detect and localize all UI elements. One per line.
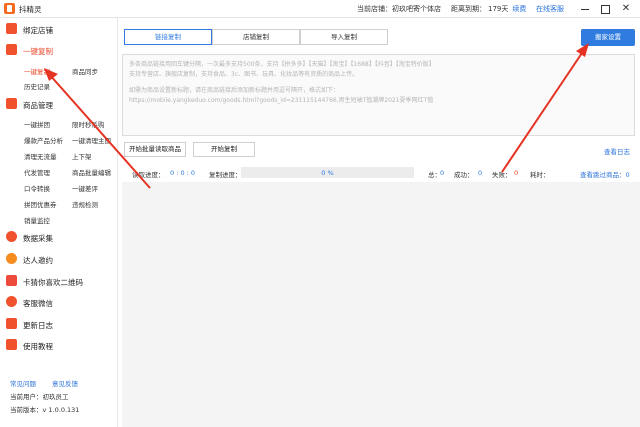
- nav-data-collect[interactable]: 数据采集: [0, 227, 118, 247]
- placeholder-line: 如需为商品设置新标题，请在商品链接后添加新标题并用逗号隔开，格式如下：: [129, 87, 340, 94]
- sidebar: 绑定店铺 一键复制 一键复制 商品同步 历史记录 商品管理 一键拼团 限时秒杀购…: [0, 18, 118, 427]
- subnav-clean-main-image[interactable]: 一键清理主图: [72, 135, 111, 145]
- nav-guess-like-qrcode[interactable]: 卡猜你喜欢二维码: [0, 271, 118, 291]
- product-link-input[interactable]: 多条商品链接用回车键分隔，一次最多支持500条，支持【拼多多】【天猫】【淘宝】【…: [122, 54, 635, 136]
- tab-link-copy[interactable]: 链接复制: [124, 29, 212, 45]
- minimize-icon[interactable]: [578, 2, 592, 16]
- placeholder-line: 多条商品链接用回车键分隔，一次最多支持500条，支持【拼多多】【天猫】【淘宝】【…: [129, 61, 435, 68]
- time-label: 耗时：: [530, 171, 550, 179]
- wechat-icon: [6, 296, 17, 307]
- data-collect-icon: [6, 231, 17, 242]
- app-logo: [4, 3, 15, 14]
- read-progress-label: 读取进度：: [132, 171, 165, 179]
- nav-label: 数据采集: [23, 234, 53, 243]
- heart-icon: [6, 275, 17, 286]
- copy-progress-bar: 0 %: [241, 167, 414, 178]
- success-label: 成功：: [454, 171, 474, 179]
- move-setting-button[interactable]: 搬家设置: [581, 29, 635, 46]
- tutorial-icon: [6, 339, 17, 350]
- total-value: 0: [440, 169, 445, 177]
- maximize-icon[interactable]: [598, 2, 612, 16]
- subnav-group-buy[interactable]: 一键拼团: [24, 119, 50, 129]
- nav-service-wechat[interactable]: 客服微信: [0, 292, 118, 312]
- feedback-link[interactable]: 意见反馈: [52, 378, 78, 388]
- copy-progress-percent: 0 %: [321, 169, 334, 177]
- start-copy-button[interactable]: 开始复制: [193, 142, 255, 157]
- expiry-info: 距离到期： 179天 续费: [451, 4, 526, 14]
- batch-read-button[interactable]: 开始批量读取商品: [124, 142, 186, 157]
- nav-influencer-invite[interactable]: 达人邀约: [0, 249, 118, 269]
- nav-label: 客服微信: [23, 299, 53, 308]
- fail-value: 0: [514, 169, 519, 177]
- subnav-code-convert[interactable]: 口令转换: [24, 183, 50, 193]
- nav-tutorial[interactable]: 使用教程: [0, 335, 118, 355]
- subnav-sales-monitor[interactable]: 销量监控: [24, 215, 50, 225]
- subnav-hot-analysis[interactable]: 爆款产品分析: [24, 135, 63, 145]
- nav-update-log[interactable]: 更新日志: [0, 314, 118, 334]
- nav-product-manage[interactable]: 商品管理: [0, 94, 118, 114]
- nav-label: 一键复制: [23, 47, 53, 56]
- subnav-group-coupon[interactable]: 拼团优惠券: [24, 199, 57, 209]
- subnav-violation-check[interactable]: 违规检测: [72, 199, 98, 209]
- nav-label: 使用教程: [23, 342, 53, 351]
- subnav-clean-no-traffic[interactable]: 清理无流量: [24, 151, 57, 161]
- results-area: [122, 182, 640, 427]
- subnav-history[interactable]: 历史记录: [24, 81, 50, 91]
- nav-label: 达人邀约: [23, 256, 53, 265]
- placeholder-line: 支持专营店、旗舰店复制，支持食品、3c、图书、玩具、化妆品等有资质的商品上传。: [129, 71, 359, 78]
- nav-one-click-copy[interactable]: 一键复制: [0, 40, 118, 60]
- success-value: 0: [478, 169, 483, 177]
- tab-store-copy[interactable]: 店铺复制: [212, 29, 300, 45]
- copy-icon: [6, 44, 17, 55]
- tab-import-copy[interactable]: 导入复制: [300, 29, 388, 45]
- close-icon[interactable]: ✕: [619, 2, 633, 16]
- app-title: 抖精灵: [19, 5, 42, 14]
- subnav-dropship[interactable]: 代发管理: [24, 167, 50, 177]
- nav-label: 绑定店铺: [23, 26, 53, 35]
- subnav-bad-review[interactable]: 一键差评: [72, 183, 98, 193]
- current-store-label: 当前店铺：初玖吧寄个体店: [357, 5, 441, 13]
- current-user: 当前用户：初玖员工: [10, 393, 69, 401]
- view-log-link[interactable]: 查看日志: [604, 146, 630, 156]
- influencer-icon: [6, 253, 17, 264]
- store-icon: [6, 23, 17, 34]
- online-service-link[interactable]: 在线客服: [536, 4, 564, 14]
- copy-progress-label: 复制进度：: [209, 171, 242, 179]
- nav-label: 更新日志: [23, 321, 53, 330]
- product-manage-icon: [6, 98, 17, 109]
- current-version: 当前版本：v 1.0.0.131: [10, 406, 80, 414]
- nav-bind-store[interactable]: 绑定店铺: [0, 19, 118, 39]
- nav-label: 商品管理: [23, 101, 53, 110]
- read-progress-value: 0 : 0 : 0: [170, 169, 196, 177]
- fail-label: 失败：: [492, 171, 512, 179]
- expiry-label: 距离到期：: [451, 5, 486, 13]
- view-skipped-link[interactable]: 查看跳过商品：0: [580, 169, 630, 179]
- subnav-shelf[interactable]: 上下架: [72, 151, 92, 161]
- nav-label: 卡猜你喜欢二维码: [23, 278, 83, 287]
- subnav-flash-sale[interactable]: 限时秒杀购: [72, 119, 105, 129]
- faq-link[interactable]: 常见问题: [10, 378, 36, 388]
- update-log-icon: [6, 318, 17, 329]
- subnav-batch-edit[interactable]: 商品批量编辑: [72, 167, 111, 177]
- progress-row: 读取进度： 0 : 0 : 0 复制进度： 0 % 总： 0 成功： 0 失败：…: [122, 167, 635, 181]
- subnav-product-sync[interactable]: 商品同步: [72, 66, 98, 76]
- renew-link[interactable]: 续费: [512, 5, 526, 13]
- title-bar: 抖精灵 当前店铺：初玖吧寄个体店 距离到期： 179天 续费 在线客服 ✕: [0, 0, 640, 18]
- subnav-one-click-copy[interactable]: 一键复制: [24, 66, 50, 76]
- placeholder-line: https://mobile.yangkeduo.com/goods.html?…: [129, 97, 434, 104]
- expiry-days: 179天: [488, 5, 509, 13]
